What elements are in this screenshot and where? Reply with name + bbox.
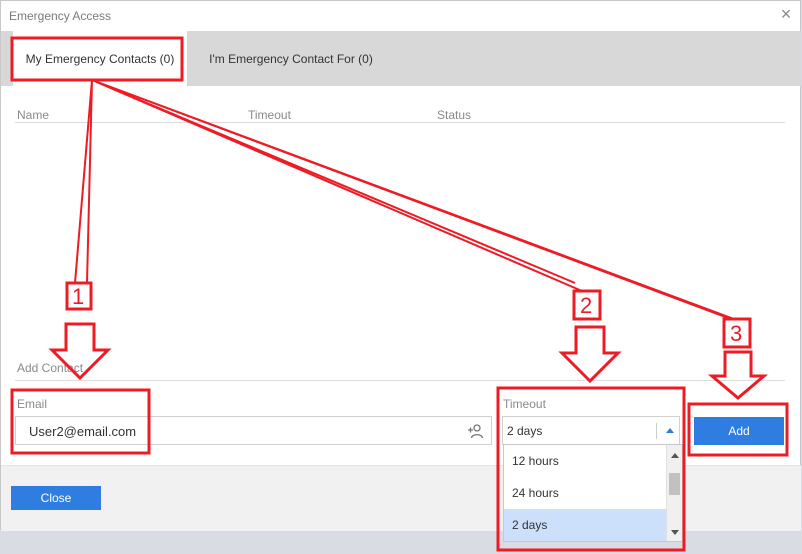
column-header-name[interactable]: Name — [17, 108, 49, 122]
caret-up-icon[interactable] — [665, 426, 675, 434]
email-input[interactable]: User2@email.com — [15, 416, 492, 445]
timeout-dropdown-list[interactable]: 12 hours 24 hours 2 days — [503, 444, 683, 542]
timeout-selected-value[interactable]: 2 days — [507, 424, 542, 438]
timeout-select[interactable]: 2 days — [502, 416, 680, 445]
scroll-down-icon[interactable] — [670, 529, 680, 537]
email-label: Email — [17, 397, 48, 411]
tab-im-emergency-contact-for[interactable]: I'm Emergency Contact For (0) — [196, 31, 386, 86]
tab-my-emergency-contacts[interactable]: My Emergency Contacts (0) — [13, 31, 187, 86]
add-contact-divider — [15, 380, 785, 381]
select-divider — [656, 423, 657, 439]
close-icon[interactable]: × — [777, 5, 795, 23]
timeout-label: Timeout — [503, 397, 546, 411]
add-person-icon[interactable] — [467, 422, 485, 440]
timeout-option-24-hours[interactable]: 24 hours — [504, 477, 666, 509]
add-contact-heading: Add Contact — [17, 361, 84, 375]
timeout-option-12-hours[interactable]: 12 hours — [504, 445, 666, 477]
tab-bar: My Emergency Contacts (0) I'm Emergency … — [1, 31, 801, 86]
table-header-divider — [15, 122, 785, 123]
column-header-status[interactable]: Status — [437, 108, 471, 122]
email-value[interactable]: User2@email.com — [29, 424, 136, 439]
scroll-up-icon[interactable] — [670, 451, 680, 459]
dropdown-scrollbar[interactable] — [666, 445, 682, 541]
add-button[interactable]: Add — [694, 417, 784, 445]
timeout-option-2-days[interactable]: 2 days — [504, 509, 666, 541]
scrollbar-thumb[interactable] — [669, 473, 680, 495]
column-header-timeout[interactable]: Timeout — [248, 108, 291, 122]
dialog-title: Emergency Access — [9, 9, 112, 23]
close-button[interactable]: Close — [11, 486, 101, 510]
